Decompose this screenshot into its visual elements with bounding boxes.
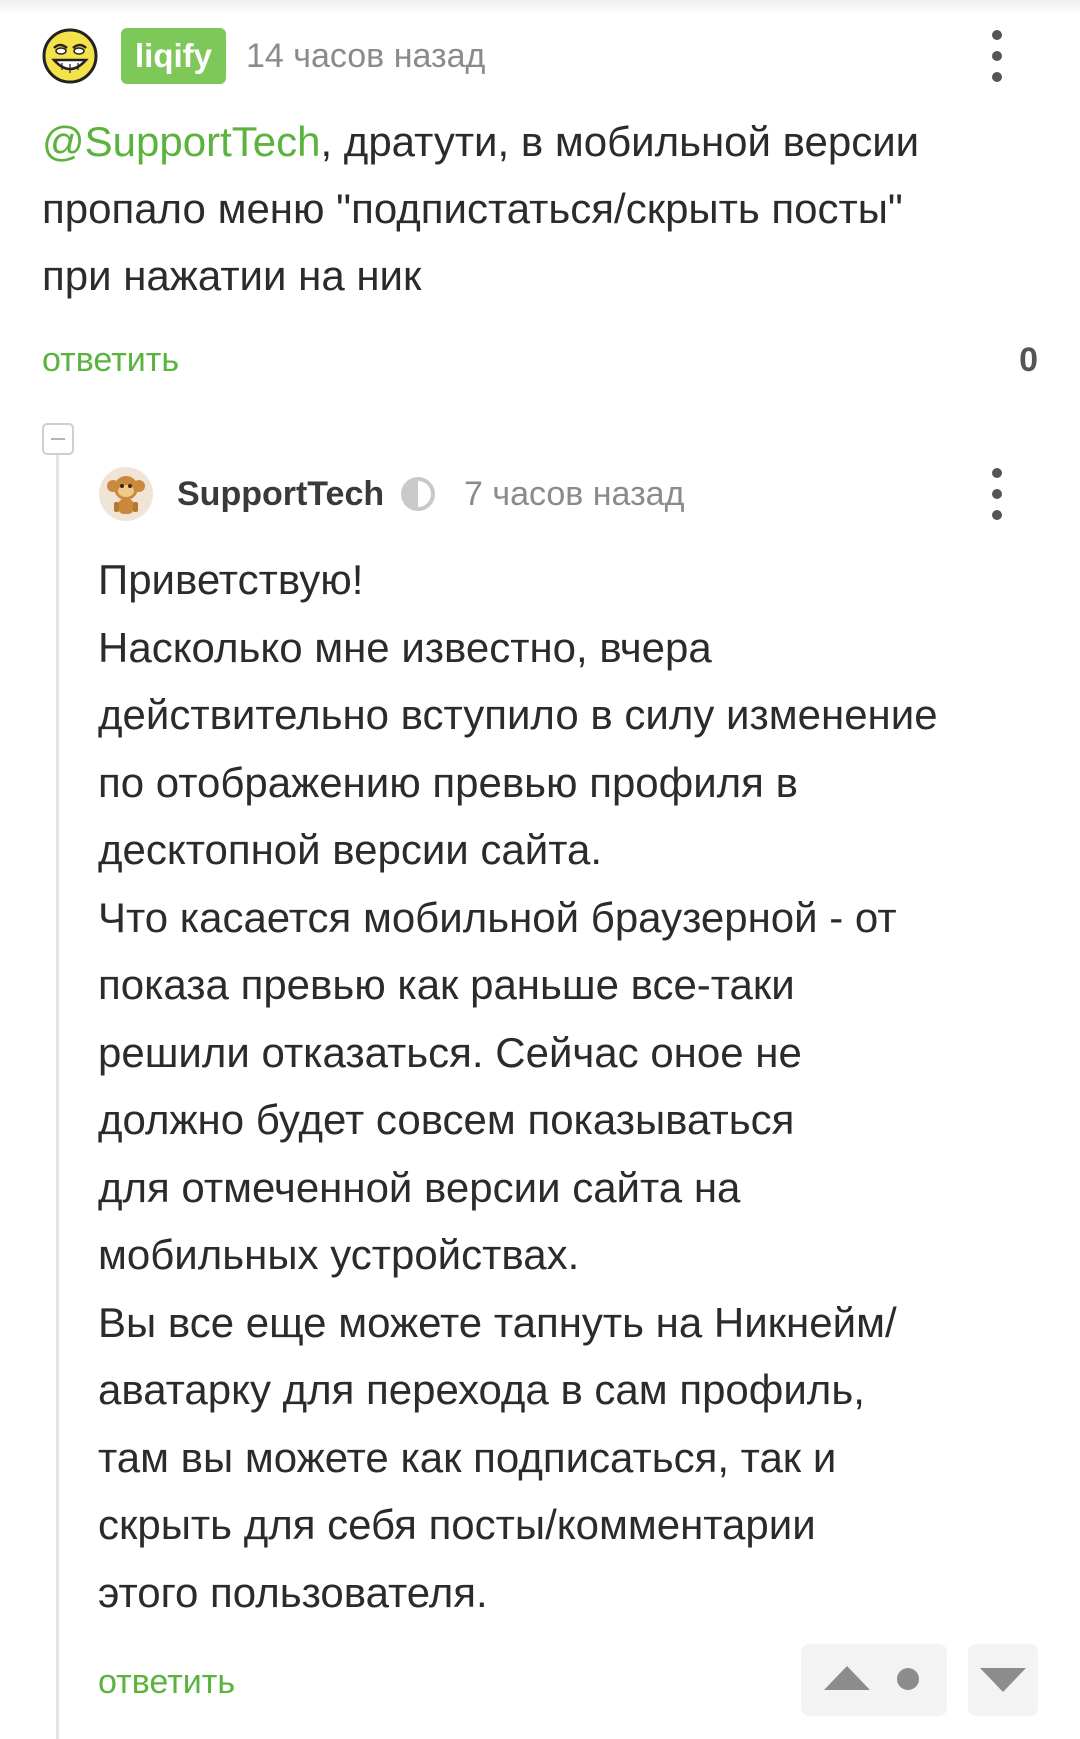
comment-timestamp[interactable]: 14 часов назад: [246, 28, 485, 84]
comment-text-line: , дратути, в мобильной версии: [320, 118, 920, 165]
comment-text-line: пропало меню "подпистаться/скрыть посты": [42, 185, 903, 232]
comment-text-line: по отображению превью профиля в: [98, 758, 798, 806]
comment-body: @SupportTech, дратути, в мобильной верси…: [42, 108, 1042, 309]
thread-line[interactable]: [56, 455, 59, 1739]
reply-button[interactable]: ответить: [42, 338, 179, 382]
more-vertical-icon[interactable]: [982, 466, 1012, 522]
reply-comment-body: Приветствую! Насколько мне известно, вче…: [98, 546, 1038, 1626]
downvote-triangle-icon[interactable]: [980, 1668, 1026, 1692]
comment-text-line: действительно вступило в силу изменение: [98, 691, 938, 738]
comment-text-line: скрыть для себя посты/комментарии: [98, 1501, 816, 1548]
author-name-badge[interactable]: liqify: [121, 28, 227, 84]
vote-group: [801, 1644, 947, 1716]
score-dot-icon: [897, 1668, 919, 1690]
comment-header: liqify 14 часов назад: [42, 28, 1042, 84]
monkey-avatar-icon[interactable]: [98, 466, 154, 522]
top-shadow: [0, 0, 1080, 14]
comment-text-line: Насколько мне известно, вчера: [98, 623, 712, 671]
comment-text-line: Вы все еще можете тапнуть на Никнейм/: [98, 1298, 897, 1346]
author-name[interactable]: SupportTech: [177, 466, 384, 522]
troll-face-icon[interactable]: [42, 28, 98, 84]
collapse-minus-icon[interactable]: [42, 423, 74, 455]
downvote-button[interactable]: [968, 1644, 1038, 1716]
more-vertical-icon[interactable]: [982, 28, 1012, 84]
comment-text-line: должно будет совсем показываться: [98, 1096, 795, 1143]
comment-text-line: для отмеченной версии сайта на: [98, 1163, 741, 1211]
user-mention-link[interactable]: @SupportTech: [42, 118, 320, 165]
upvote-triangle-icon[interactable]: [824, 1666, 870, 1690]
comment-text-line: Что касается мобильной браузерной - от: [98, 893, 897, 941]
comment-timestamp[interactable]: 7 часов назад: [464, 466, 684, 522]
reply-button[interactable]: ответить: [98, 1660, 235, 1704]
comment-text-line: аватарку для перехода в сам профиль,: [98, 1366, 865, 1413]
comment-text-line: там вы можете как подписаться, так и: [98, 1433, 837, 1481]
comment-text-line: при нажатии на ник: [42, 252, 422, 299]
comment-text-line: десктопной версии сайта.: [98, 826, 603, 873]
comment-score: 0: [1019, 341, 1038, 379]
comment-text-line: мобильных устройствах.: [98, 1231, 580, 1278]
comment-text-line: этого пользователя.: [98, 1568, 488, 1616]
comment-text-line: показа превью как раньше все-таки: [98, 961, 795, 1008]
half-circle-badge-icon: [400, 476, 436, 512]
reply-comment-header: SupportTech 7 часов назад: [98, 466, 1048, 522]
comment-text-line: решили отказаться. Сейчас оное не: [98, 1028, 802, 1076]
comment-text-line: Приветствую!: [98, 556, 364, 603]
